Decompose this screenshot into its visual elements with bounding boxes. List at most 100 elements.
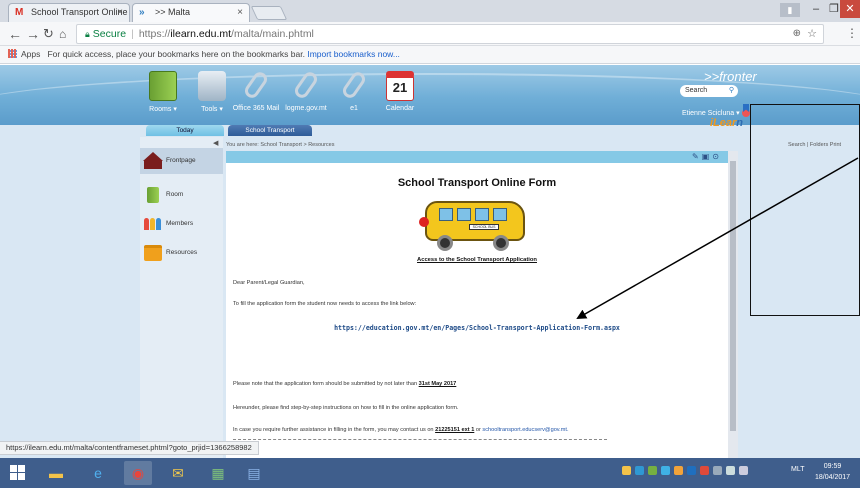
tools-label: Tools	[201, 106, 218, 113]
internet-explorer-icon[interactable]: e	[84, 461, 112, 485]
bookmarks-hint: For quick access, place your bookmarks h…	[47, 49, 305, 59]
bus-sign: SCHOOL BUS	[469, 224, 499, 230]
language-indicator[interactable]: MLT	[791, 466, 804, 473]
folder-icon	[144, 245, 162, 261]
url-host: ilearn.edu.mt	[170, 28, 232, 40]
apps-icon	[8, 49, 17, 58]
chrome-menu-icon[interactable]: ⋮	[846, 26, 858, 40]
calendar-label: Calendar	[385, 105, 415, 112]
scrollbar-thumb[interactable]	[730, 161, 736, 431]
access-application-link[interactable]: Access to the School Transport Applicati…	[226, 257, 728, 263]
nav-item-frontpage[interactable]: Frontpage	[140, 148, 223, 174]
address-bar[interactable]: 🔒︎ Secure | https://ilearn.edu.mt/malta/mai…	[76, 24, 824, 44]
link-icon	[340, 69, 368, 101]
search-icon[interactable]: ⚲	[729, 85, 734, 97]
edit-tools-icons[interactable]: ✎▣⊙	[692, 152, 722, 161]
forward-icon[interactable]: →	[26, 25, 40, 43]
file-explorer-icon[interactable]: ▬	[42, 461, 70, 485]
document-toolbar: ✎▣⊙	[226, 151, 728, 163]
search-label: Search	[685, 87, 708, 94]
tab-school-transport-room[interactable]: School Transport	[228, 125, 312, 136]
tools-icon	[198, 71, 226, 101]
fronter-icon: »	[139, 7, 145, 18]
deadline-text: Please note that the application form sh…	[233, 381, 419, 387]
nav-label: Resources	[166, 249, 198, 256]
fronter-search-input[interactable]: Search ⚲	[680, 85, 738, 97]
windows-start-icon[interactable]	[10, 465, 26, 481]
back-icon[interactable]: ←	[8, 25, 22, 43]
windows-taskbar: ▬ e ◉ ✉ ▦ ▤ MLT 09:59 18/04/2017	[0, 458, 860, 488]
home-button-icon[interactable]: ⌂	[59, 25, 66, 43]
clock-date: 18/04/2017	[815, 474, 851, 481]
url-protocol: https://	[138, 28, 171, 40]
url-path: /malta/main.phtml	[231, 28, 314, 40]
greeting-text: Dear Parent/Legal Guardian,	[233, 280, 305, 286]
tab-malta[interactable]: » >> Malta ×	[132, 3, 250, 22]
fronter-banner: Rooms ▾ Tools ▾ Office 365 Mail logme.go…	[0, 65, 860, 125]
reload-icon[interactable]: ↻	[43, 25, 54, 43]
document-title: School Transport Online Form	[397, 177, 557, 189]
logme-label: logme.gov.mt	[285, 105, 327, 112]
ilearn-logo: iLearn	[710, 117, 743, 129]
excel-icon[interactable]: ▦	[204, 461, 232, 485]
user-menu[interactable]: Etienne Scicluna ▾	[682, 109, 740, 117]
secure-label: Secure	[92, 28, 127, 40]
tab-today[interactable]: Today	[146, 125, 224, 136]
outlook-icon[interactable]: ✉	[164, 461, 192, 485]
zoom-icon[interactable]: ⊕	[793, 25, 801, 43]
chevron-down-icon: ▾	[736, 110, 740, 117]
contact-email-link[interactable]: schooltransport.educserv@gov.mt.	[482, 427, 568, 433]
user-name: Etienne Scicluna	[682, 110, 735, 117]
ilearn-logo-tail: n	[736, 117, 744, 129]
bookmark-star-icon[interactable]: ☆	[807, 25, 817, 43]
ilearn-logo-text: iLear	[710, 117, 737, 129]
close-window-button[interactable]: ✕	[840, 0, 860, 18]
document-frame: ✎▣⊙ School Transport Online Form SCHOOL …	[226, 151, 728, 458]
apps-link[interactable]: Apps	[21, 49, 40, 59]
calendar-link[interactable]: 21 Calendar	[370, 71, 430, 112]
nav-label: Room	[166, 191, 184, 198]
office365-label: Office 365 Mail	[232, 105, 280, 112]
profile-icon[interactable]: ▮	[780, 3, 800, 17]
clock-time: 09:59	[823, 463, 842, 470]
close-tab-icon[interactable]: ×	[117, 4, 123, 21]
document-scrollbar[interactable]	[728, 151, 738, 458]
close-tab-icon[interactable]: ×	[237, 4, 243, 21]
application-form-url-link[interactable]: https://education.gov.mt/en/Pages/School…	[226, 324, 728, 332]
nav-label: Members	[166, 220, 194, 227]
intro-text: To fill the application form the student…	[233, 301, 417, 307]
members-icon	[144, 216, 162, 232]
fronter-logo: >>fronter	[704, 69, 757, 84]
import-bookmarks-link[interactable]: Import bookmarks now...	[307, 49, 400, 59]
e1-label: e1	[350, 105, 358, 112]
contact-phone: 21225151 ext 1	[435, 427, 475, 433]
collapse-panel-icon[interactable]: ◀	[213, 139, 218, 147]
home-icon	[143, 152, 163, 169]
deadline-date: 31st May 2017	[418, 381, 457, 387]
tab-school-transport[interactable]: M School Transport Online ×	[8, 3, 130, 22]
deadline-paragraph: Please note that the application form sh…	[233, 381, 456, 387]
taskbar-clock[interactable]: 09:59 18/04/2017	[815, 461, 850, 483]
gmail-icon: M	[15, 7, 24, 18]
word-icon[interactable]: ▤	[240, 461, 268, 485]
bookmarks-bar: Apps For quick access, place your bookma…	[0, 46, 860, 64]
system-tray-icons[interactable]	[622, 466, 752, 480]
rooms-label: Rooms	[149, 106, 172, 113]
contact-prefix: In case you require further assistance i…	[233, 427, 436, 433]
instructions-text: Hereunder, please find step-by-step inst…	[233, 405, 459, 411]
nav-item-members[interactable]: Members	[140, 211, 223, 237]
chevron-down-icon: ▾	[219, 106, 223, 113]
chrome-icon[interactable]: ◉	[124, 461, 152, 485]
new-tab-button[interactable]	[250, 6, 288, 20]
nav-item-resources[interactable]: Resources	[140, 240, 223, 266]
calendar-icon: 21	[386, 71, 414, 101]
breadcrumb: You are here: School Transport > Resourc…	[226, 142, 335, 148]
divider	[233, 439, 607, 440]
chevron-down-icon: ▾	[173, 106, 177, 113]
tab-title: >> Malta	[155, 7, 191, 17]
nav-item-room[interactable]: Room	[140, 182, 223, 208]
link-icon	[242, 69, 270, 101]
status-url: https://ilearn.edu.mt/malta/contentframe…	[0, 441, 259, 455]
door-icon	[149, 71, 177, 101]
browser-tabstrip: M School Transport Online × » >> Malta ×…	[0, 0, 860, 22]
